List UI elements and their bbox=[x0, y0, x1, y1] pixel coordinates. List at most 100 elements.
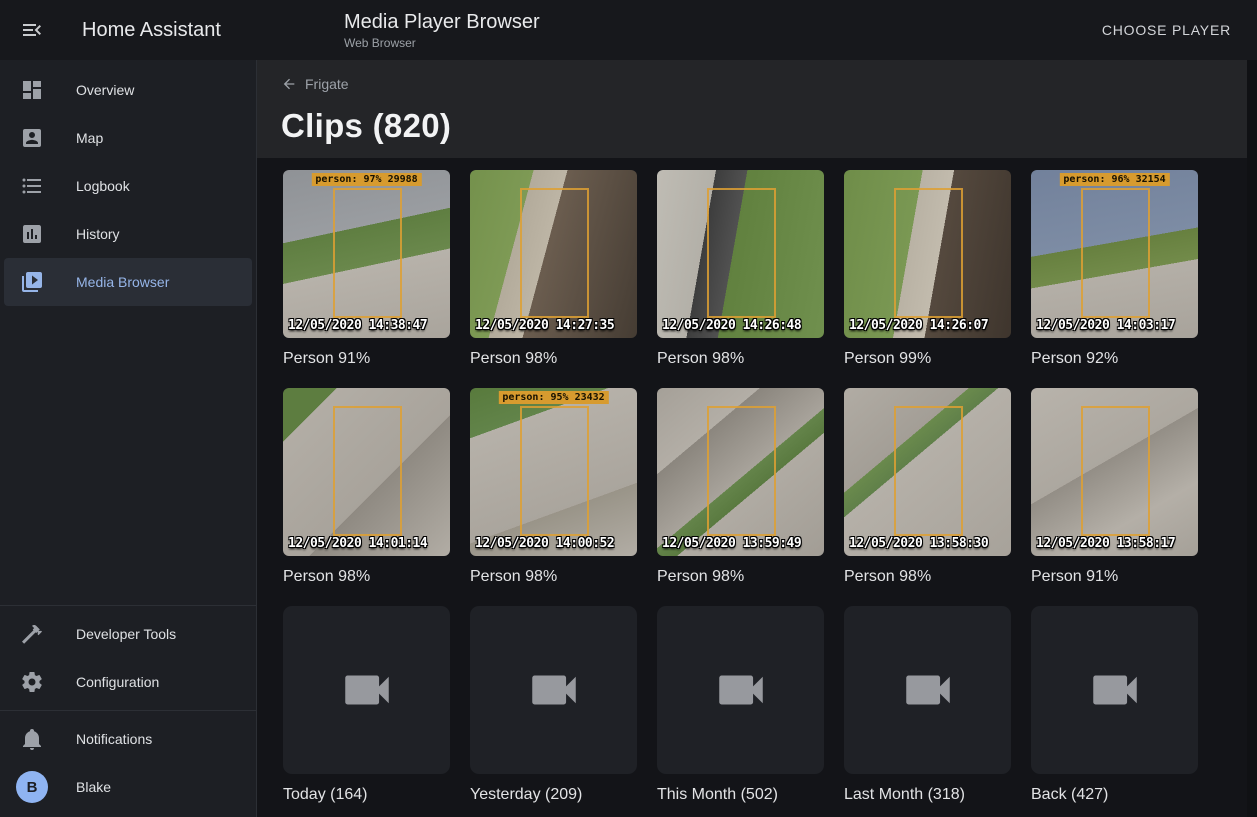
detection-box bbox=[1081, 188, 1149, 317]
folder-card-back[interactable]: Back (427) bbox=[1031, 606, 1198, 804]
sidebar-item-configuration[interactable]: Configuration bbox=[4, 658, 252, 706]
clip-timestamp: 12/05/2020 14:03:17 bbox=[1036, 318, 1175, 333]
clip-timestamp: 12/05/2020 13:58:17 bbox=[1036, 536, 1175, 551]
clip-card[interactable]: 12/05/2020 14:26:07 Person 99% bbox=[844, 170, 1011, 368]
sidebar-item-label: Configuration bbox=[76, 674, 159, 690]
sidebar-item-label: Logbook bbox=[76, 178, 130, 194]
clip-thumbnail: person: 97% 29988 12/05/2020 14:38:47 bbox=[283, 170, 450, 338]
clip-label: Person 98% bbox=[657, 568, 824, 586]
sidebar-item-media-browser[interactable]: Media Browser bbox=[4, 258, 252, 306]
clip-card[interactable]: 12/05/2020 14:27:35 Person 98% bbox=[470, 170, 637, 368]
clip-label: Person 92% bbox=[1031, 350, 1198, 368]
clip-label: Person 99% bbox=[844, 350, 1011, 368]
page-title: Media Player Browser bbox=[344, 10, 540, 34]
user-name: Blake bbox=[76, 779, 111, 795]
clip-thumbnail: 12/05/2020 13:58:30 bbox=[844, 388, 1011, 556]
detection-box bbox=[333, 406, 401, 535]
sidebar-header: Home Assistant bbox=[0, 18, 256, 42]
clip-label: Person 98% bbox=[844, 568, 1011, 586]
sidebar-item-label: Overview bbox=[76, 82, 134, 98]
clip-label: Person 98% bbox=[470, 350, 637, 368]
folder-tile bbox=[844, 606, 1011, 774]
clip-label: Person 98% bbox=[657, 350, 824, 368]
arrow-left-icon bbox=[281, 76, 297, 92]
clip-timestamp: 12/05/2020 14:26:07 bbox=[849, 318, 988, 333]
folder-label: Today (164) bbox=[283, 786, 450, 804]
clip-timestamp: 12/05/2020 14:38:47 bbox=[288, 318, 427, 333]
clip-card[interactable]: 12/05/2020 14:01:14 Person 98% bbox=[283, 388, 450, 586]
folder-card-this-month[interactable]: This Month (502) bbox=[657, 606, 824, 804]
clip-label: Person 91% bbox=[283, 350, 450, 368]
detection-box bbox=[707, 406, 775, 535]
top-app-bar: Home Assistant Media Player Browser Web … bbox=[0, 0, 1257, 60]
clip-thumbnail: 12/05/2020 14:26:48 bbox=[657, 170, 824, 338]
breadcrumb-back[interactable]: Frigate bbox=[281, 76, 349, 92]
folder-tile bbox=[283, 606, 450, 774]
menu-toggle-button[interactable] bbox=[20, 18, 44, 42]
sidebar-item-overview[interactable]: Overview bbox=[4, 66, 252, 114]
clip-card[interactable]: 12/05/2020 14:26:48 Person 98% bbox=[657, 170, 824, 368]
choose-player-button[interactable]: CHOOSE PLAYER bbox=[1094, 14, 1239, 46]
video-camera-icon bbox=[899, 661, 957, 719]
detection-box bbox=[707, 188, 775, 317]
detection-box bbox=[520, 188, 588, 317]
sidebar-item-history[interactable]: History bbox=[4, 210, 252, 258]
clip-card[interactable]: person: 96% 32154 12/05/2020 14:03:17 Pe… bbox=[1031, 170, 1198, 368]
folder-card-today[interactable]: Today (164) bbox=[283, 606, 450, 804]
video-camera-icon bbox=[1086, 661, 1144, 719]
detection-label: person: 95% 23432 bbox=[498, 391, 608, 404]
sidebar-item-label: Notifications bbox=[76, 731, 152, 747]
sidebar-divider bbox=[0, 605, 256, 606]
hammer-icon bbox=[20, 622, 44, 646]
page-heading: Clips (820) bbox=[281, 107, 1233, 145]
avatar: B bbox=[16, 771, 48, 803]
clip-card[interactable]: 12/05/2020 13:59:49 Person 98% bbox=[657, 388, 824, 586]
detection-label: person: 96% 32154 bbox=[1059, 173, 1169, 186]
sidebar-item-logbook[interactable]: Logbook bbox=[4, 162, 252, 210]
folder-label: Back (427) bbox=[1031, 786, 1198, 804]
dashboard-icon bbox=[20, 78, 44, 102]
clips-grid-container: person: 97% 29988 12/05/2020 14:38:47 Pe… bbox=[257, 158, 1247, 817]
folder-tile bbox=[470, 606, 637, 774]
sidebar-item-label: Media Browser bbox=[76, 274, 169, 290]
folder-label: This Month (502) bbox=[657, 786, 824, 804]
clip-card[interactable]: person: 95% 23432 12/05/2020 14:00:52 Pe… bbox=[470, 388, 637, 586]
clip-timestamp: 12/05/2020 14:26:48 bbox=[662, 318, 801, 333]
folder-card-yesterday[interactable]: Yesterday (209) bbox=[470, 606, 637, 804]
map-icon bbox=[20, 126, 44, 150]
sidebar-item-label: Map bbox=[76, 130, 103, 146]
clip-timestamp: 12/05/2020 13:59:49 bbox=[662, 536, 801, 551]
sidebar-spacer bbox=[0, 306, 256, 601]
folder-tile bbox=[657, 606, 824, 774]
clip-thumbnail: 12/05/2020 14:01:14 bbox=[283, 388, 450, 556]
bell-icon bbox=[20, 727, 44, 751]
clip-thumbnail: 12/05/2020 13:58:17 bbox=[1031, 388, 1198, 556]
sidebar-item-user[interactable]: B Blake bbox=[4, 763, 252, 811]
clip-card[interactable]: 12/05/2020 13:58:17 Person 91% bbox=[1031, 388, 1198, 586]
clips-grid: person: 97% 29988 12/05/2020 14:38:47 Pe… bbox=[283, 170, 1247, 804]
gear-icon bbox=[20, 670, 44, 694]
folder-card-last-month[interactable]: Last Month (318) bbox=[844, 606, 1011, 804]
detection-box bbox=[333, 188, 401, 317]
clip-timestamp: 12/05/2020 14:27:35 bbox=[475, 318, 614, 333]
main-panel: Frigate Clips (820) person: 97% 29988 12… bbox=[257, 60, 1257, 817]
clip-card[interactable]: person: 97% 29988 12/05/2020 14:38:47 Pe… bbox=[283, 170, 450, 368]
detection-label: person: 97% 29988 bbox=[311, 173, 421, 186]
sidebar-item-map[interactable]: Map bbox=[4, 114, 252, 162]
folder-label: Yesterday (209) bbox=[470, 786, 637, 804]
scrollbar[interactable] bbox=[1247, 60, 1257, 817]
play-box-multiple-icon bbox=[20, 270, 44, 294]
clip-card[interactable]: 12/05/2020 13:58:30 Person 98% bbox=[844, 388, 1011, 586]
sidebar-item-notifications[interactable]: Notifications bbox=[4, 715, 252, 763]
sidebar: Overview Map Logbook History Media Brows… bbox=[0, 60, 257, 817]
sidebar-divider bbox=[0, 710, 256, 711]
clip-label: Person 98% bbox=[283, 568, 450, 586]
clip-timestamp: 12/05/2020 14:01:14 bbox=[288, 536, 427, 551]
clip-label: Person 98% bbox=[470, 568, 637, 586]
sidebar-item-label: Developer Tools bbox=[76, 626, 176, 642]
clip-label: Person 91% bbox=[1031, 568, 1198, 586]
video-camera-icon bbox=[525, 661, 583, 719]
clip-timestamp: 12/05/2020 13:58:30 bbox=[849, 536, 988, 551]
clip-thumbnail: 12/05/2020 14:26:07 bbox=[844, 170, 1011, 338]
sidebar-item-developer-tools[interactable]: Developer Tools bbox=[4, 610, 252, 658]
